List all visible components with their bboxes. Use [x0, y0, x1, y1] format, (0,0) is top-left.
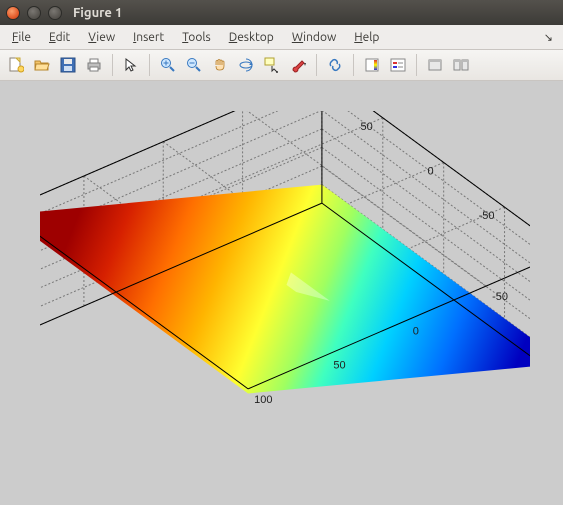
datacursor-button[interactable] [260, 53, 284, 77]
toolbar-separator [112, 54, 113, 76]
hand-icon [212, 57, 228, 73]
legend-icon [390, 57, 406, 73]
window-title: Figure 1 [73, 6, 122, 20]
window-maximize-button[interactable] [48, 6, 62, 20]
save-button[interactable] [56, 53, 80, 77]
folder-open-icon [34, 57, 50, 73]
data-cursor-icon [264, 57, 280, 73]
figure-canvas[interactable]: -60-40-20020406080-100-50050100-100-5005… [0, 81, 563, 505]
hide-tools-icon [427, 57, 443, 73]
menu-file[interactable]: File [4, 29, 39, 46]
toolbar [0, 50, 563, 81]
toolbar-separator [416, 54, 417, 76]
hide-plottools-button[interactable] [423, 53, 447, 77]
printer-icon [86, 57, 102, 73]
brush-button[interactable] [286, 53, 310, 77]
zoom-out-icon [186, 57, 202, 73]
window-titlebar: Figure 1 [0, 0, 563, 25]
toolbar-separator [353, 54, 354, 76]
svg-text:-50: -50 [492, 291, 508, 303]
open-button[interactable] [30, 53, 54, 77]
menu-insert[interactable]: Insert [125, 29, 172, 46]
menu-edit[interactable]: Edit [41, 29, 78, 46]
menu-help[interactable]: Help [346, 29, 387, 46]
colorbar-icon [364, 57, 380, 73]
floppy-disk-icon [60, 57, 76, 73]
menu-tools[interactable]: Tools [174, 29, 219, 46]
rotate3d-button[interactable] [234, 53, 258, 77]
toolbar-separator [316, 54, 317, 76]
menu-view[interactable]: View [80, 29, 123, 46]
svg-text:0: 0 [428, 165, 434, 177]
menu-window[interactable]: Window [284, 29, 344, 46]
menubar: File Edit View Insert Tools Desktop Wind… [0, 25, 563, 50]
link-icon [327, 57, 343, 73]
svg-text:0: 0 [413, 325, 419, 337]
print-button[interactable] [82, 53, 106, 77]
new-file-icon [8, 57, 24, 73]
svg-text:100: 100 [254, 394, 272, 406]
show-tools-icon [453, 57, 469, 73]
brush-icon [290, 57, 306, 73]
toolbar-separator [149, 54, 150, 76]
svg-text:-50: -50 [479, 210, 495, 222]
menu-dock-button[interactable]: ↘ [538, 29, 559, 46]
menu-desktop[interactable]: Desktop [221, 29, 282, 46]
pointer-button[interactable] [119, 53, 143, 77]
rotate3d-icon [238, 57, 254, 73]
cursor-arrow-icon [123, 57, 139, 73]
link-button[interactable] [323, 53, 347, 77]
colorbar-button[interactable] [360, 53, 384, 77]
axes-3d: -60-40-20020406080-100-50050100-100-5005… [40, 111, 530, 491]
pan-button[interactable] [208, 53, 232, 77]
svg-text:50: 50 [333, 360, 345, 372]
window-minimize-button[interactable] [27, 6, 41, 20]
zoom-in-button[interactable] [156, 53, 180, 77]
legend-button[interactable] [386, 53, 410, 77]
zoom-in-icon [160, 57, 176, 73]
window-close-button[interactable] [6, 6, 20, 20]
zoom-out-button[interactable] [182, 53, 206, 77]
svg-text:50: 50 [361, 121, 373, 133]
new-figure-button[interactable] [4, 53, 28, 77]
show-plottools-button[interactable] [449, 53, 473, 77]
